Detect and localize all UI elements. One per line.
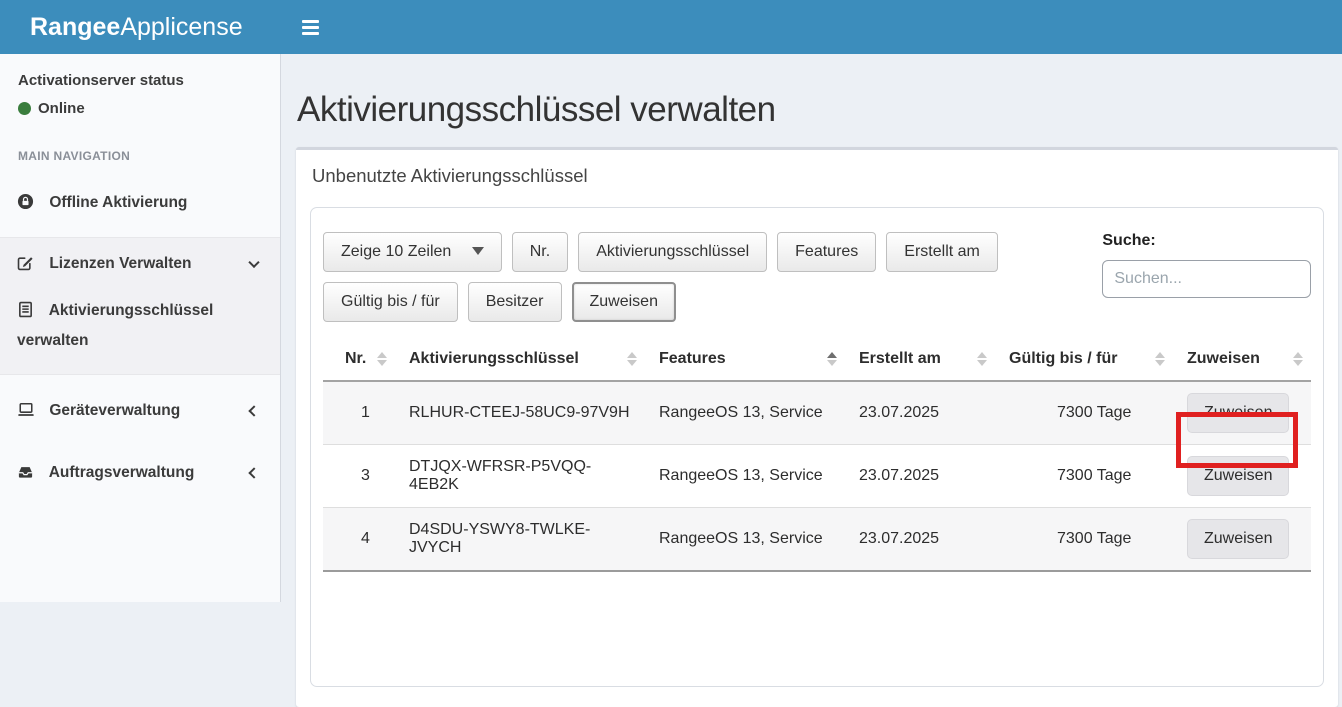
brand-bold: Rangee xyxy=(30,13,120,41)
sort-icon xyxy=(627,352,637,366)
chevron-left-icon xyxy=(248,467,259,478)
col-header-gueltig-bis[interactable]: Gültig bis / für xyxy=(995,338,1173,381)
sort-icon xyxy=(1293,352,1303,366)
col-header-label: Zuweisen xyxy=(1187,350,1260,368)
activation-server-status: Activationserver status Online xyxy=(0,54,280,117)
search-label: Suche: xyxy=(1102,232,1311,250)
sidebar-item-label: Geräteverwaltung xyxy=(49,402,180,419)
col-header-zuweisen[interactable]: Zuweisen xyxy=(1173,338,1311,381)
top-header: RangeeApplicense xyxy=(0,0,1342,54)
lock-circle-icon xyxy=(17,193,34,210)
sidebar: Activationserver status Online MAIN NAVI… xyxy=(0,54,281,602)
column-toggle-aktivierungsschluessel[interactable]: Aktivierungsschlüssel xyxy=(578,232,767,272)
sort-icon xyxy=(377,352,387,366)
col-header-aktivierungsschluessel[interactable]: Aktivierungsschlüssel xyxy=(395,338,645,381)
cell-created: 23.07.2025 xyxy=(845,508,995,572)
column-toggle-gueltig-bis[interactable]: Gültig bis / für xyxy=(323,282,458,322)
col-header-label: Features xyxy=(659,350,726,368)
cell-nr: 4 xyxy=(323,508,395,572)
sidebar-item-geraeteverwaltung[interactable]: Geräteverwaltung xyxy=(0,385,280,437)
hamburger-menu-icon[interactable] xyxy=(298,11,323,44)
content-box: Unbenutzte Aktivierungsschlüssel Zeige 1… xyxy=(296,147,1338,707)
col-header-label: Gültig bis / für xyxy=(1009,350,1117,368)
page-length-dropdown[interactable]: Zeige 10 Zeilen xyxy=(323,232,502,272)
sidebar-item-aktivierungsschluessel-verwalten[interactable]: Aktivierungsschlüssel verwalten xyxy=(0,290,280,374)
column-toggle-zuweisen[interactable]: Zuweisen xyxy=(572,282,676,322)
zuweisen-button-row-2[interactable]: Zuweisen xyxy=(1187,456,1289,496)
sidebar-group-lizenzen: Lizenzen Verwalten Aktivierungsschlüssel… xyxy=(0,237,280,375)
inbox-icon xyxy=(17,463,34,480)
cell-nr: 1 xyxy=(323,381,395,445)
edit-square-icon xyxy=(17,254,34,271)
column-toggle-nr[interactable]: Nr. xyxy=(512,232,568,272)
caret-down-icon xyxy=(472,247,484,255)
box-title: Unbenutzte Aktivierungsschlüssel xyxy=(296,150,1338,202)
cell-features: RangeeOS 13, Service xyxy=(645,445,845,508)
cell-valid: 7300 Tage xyxy=(995,445,1173,508)
chevron-down-icon xyxy=(248,257,259,268)
cell-activation-key: DTJQX-WFRSR-P5VQQ-4EB2K xyxy=(395,445,645,508)
chevron-left-icon xyxy=(248,405,259,416)
cell-valid: 7300 Tage xyxy=(995,381,1173,445)
search-input[interactable] xyxy=(1102,260,1311,298)
cell-nr: 3 xyxy=(323,445,395,508)
column-toggle-erstellt-am[interactable]: Erstellt am xyxy=(886,232,998,272)
sort-icon xyxy=(1155,352,1165,366)
sidebar-item-lizenzen-verwalten[interactable]: Lizenzen Verwalten xyxy=(0,238,280,290)
sidebar-item-offline-aktivierung[interactable]: Offline Aktivierung xyxy=(0,177,280,229)
cell-created: 23.07.2025 xyxy=(845,381,995,445)
cell-activation-key: D4SDU-YSWY8-TWLKE-JVYCH xyxy=(395,508,645,572)
cell-valid: 7300 Tage xyxy=(995,508,1173,572)
activation-keys-table: Nr. Aktivierungsschlüssel Features Erste… xyxy=(323,338,1311,572)
status-title: Activationserver status xyxy=(18,72,262,89)
sidebar-item-label: Aktivierungsschlüssel verwalten xyxy=(17,302,213,349)
cell-created: 23.07.2025 xyxy=(845,445,995,508)
sidebar-menu: Offline Aktivierung Lizenzen Verwalten A… xyxy=(0,177,280,499)
table-panel: Zeige 10 Zeilen Nr. Aktivierungsschlüsse… xyxy=(310,207,1324,687)
cell-features: RangeeOS 13, Service xyxy=(645,381,845,445)
online-status-dot-icon xyxy=(18,102,31,115)
sidebar-item-label: Auftragsverwaltung xyxy=(49,464,195,481)
table-row: 4 D4SDU-YSWY8-TWLKE-JVYCH RangeeOS 13, S… xyxy=(323,508,1311,572)
col-header-erstellt-am[interactable]: Erstellt am xyxy=(845,338,995,381)
file-text-icon xyxy=(17,301,34,318)
page-title: Aktivierungsschlüssel verwalten xyxy=(297,90,1342,130)
cell-features: RangeeOS 13, Service xyxy=(645,508,845,572)
main-content: Aktivierungsschlüssel verwalten Unbenutz… xyxy=(281,54,1342,602)
column-toggle-features[interactable]: Features xyxy=(777,232,876,272)
brand-regular: Applicense xyxy=(120,13,242,41)
col-header-nr[interactable]: Nr. xyxy=(323,338,395,381)
page-length-label: Zeige 10 Zeilen xyxy=(341,243,451,260)
col-header-label: Nr. xyxy=(345,350,366,368)
zuweisen-button-row-1[interactable]: Zuweisen xyxy=(1187,393,1289,433)
table-row: 1 RLHUR-CTEEJ-58UC9-97V9H RangeeOS 13, S… xyxy=(323,381,1311,445)
toolbar-buttons: Zeige 10 Zeilen Nr. Aktivierungsschlüsse… xyxy=(323,232,1102,322)
col-header-label: Erstellt am xyxy=(859,350,941,368)
sort-icon xyxy=(977,352,987,366)
app-logo[interactable]: RangeeApplicense xyxy=(0,13,281,42)
sidebar-item-auftragsverwaltung[interactable]: Auftragsverwaltung xyxy=(0,447,280,499)
sort-asc-icon xyxy=(827,352,837,366)
search-area: Suche: xyxy=(1102,232,1311,298)
table-header-row: Nr. Aktivierungsschlüssel Features Erste… xyxy=(323,338,1311,381)
col-header-label: Aktivierungsschlüssel xyxy=(409,350,579,368)
sidebar-item-label: Offline Aktivierung xyxy=(49,194,187,211)
sidebar-item-label: Lizenzen Verwalten xyxy=(49,255,191,272)
zuweisen-button-row-3[interactable]: Zuweisen xyxy=(1187,519,1289,559)
col-header-features[interactable]: Features xyxy=(645,338,845,381)
cell-activation-key: RLHUR-CTEEJ-58UC9-97V9H xyxy=(395,381,645,445)
nav-section-label: MAIN NAVIGATION xyxy=(0,149,280,163)
table-toolbar: Zeige 10 Zeilen Nr. Aktivierungsschlüsse… xyxy=(323,232,1311,322)
table-row: 3 DTJQX-WFRSR-P5VQQ-4EB2K RangeeOS 13, S… xyxy=(323,445,1311,508)
status-value: Online xyxy=(38,100,85,117)
laptop-icon xyxy=(17,401,34,418)
column-toggle-besitzer[interactable]: Besitzer xyxy=(468,282,562,322)
